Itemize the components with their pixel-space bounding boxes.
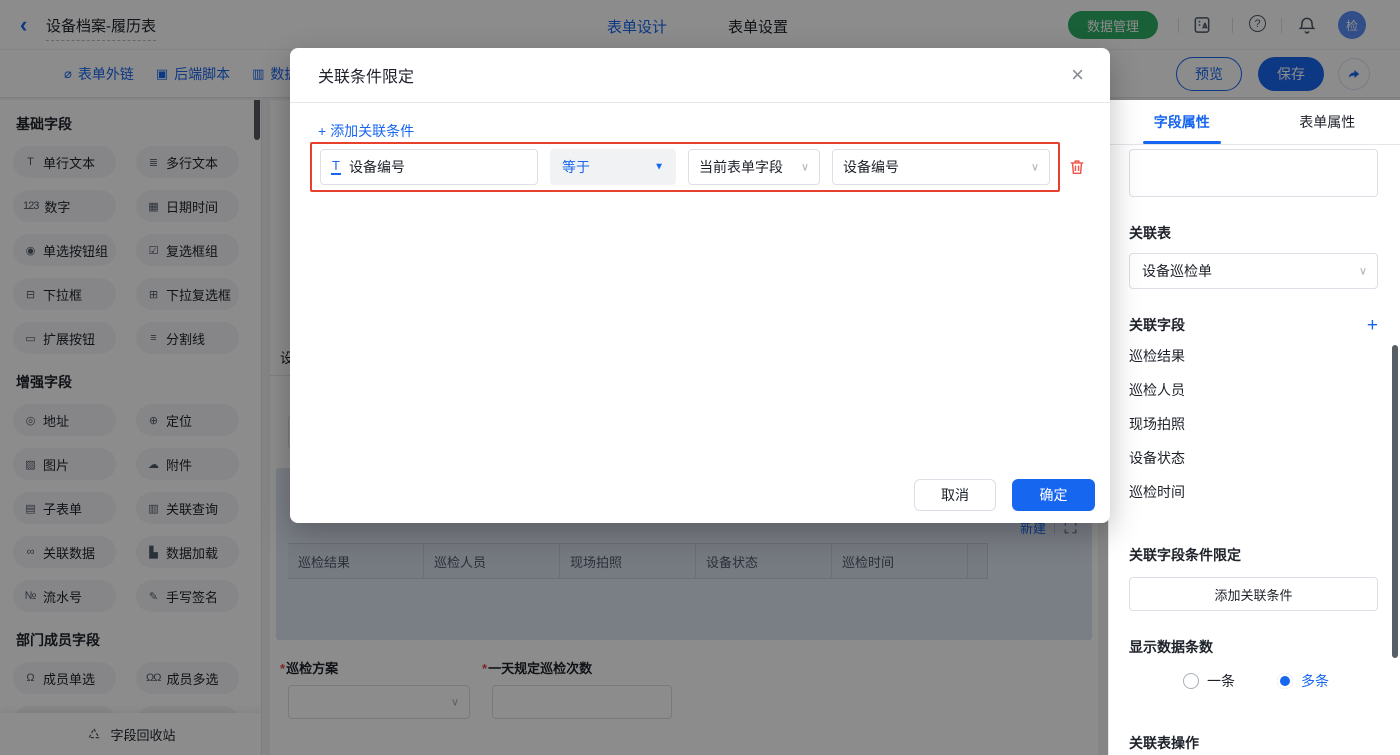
target-field-value: 设备编号: [843, 159, 899, 175]
close-icon[interactable]: ×: [1071, 64, 1084, 86]
plus-icon: +: [318, 123, 327, 139]
related-table-label: 关联表: [1129, 225, 1171, 241]
condition-dialog: 关联条件限定 × + 添加关联条件 T 设备编号 等于 当前表单字段: [290, 48, 1110, 523]
related-field-item[interactable]: 巡检时间: [1129, 475, 1378, 509]
tab-form-properties[interactable]: 表单属性: [1255, 100, 1400, 144]
delete-condition-icon[interactable]: [1068, 158, 1086, 176]
properties-panel: 字段属性 表单属性 关联表 设备巡检单 关联字段 + 巡检结果巡检人员现场拍照设…: [1108, 100, 1400, 755]
related-field-item[interactable]: 现场拍照: [1129, 407, 1378, 441]
active-tab-indicator: [1143, 141, 1221, 144]
condition-row: T 设备编号 等于 当前表单字段 设备编号: [310, 142, 1084, 192]
related-field-item[interactable]: 巡检人员: [1129, 373, 1378, 407]
panel-tabs: 字段属性 表单属性: [1109, 100, 1400, 145]
dialog-title: 关联条件限定: [318, 69, 415, 86]
related-fields-list: 巡检结果 巡检人员 现场拍照 设备状态 巡检时间: [1129, 339, 1378, 509]
description-box[interactable]: [1129, 149, 1378, 197]
panel-scrollbar[interactable]: [1392, 345, 1398, 658]
table-ops-label: 关联表操作: [1129, 735, 1199, 751]
source-type-value: 当前表单字段: [699, 159, 783, 175]
radio-many[interactable]: 多条: [1277, 671, 1329, 691]
add-condition-link[interactable]: + 添加关联条件: [318, 121, 414, 141]
highlight-box: T 设备编号 等于 当前表单字段 设备编号: [310, 142, 1060, 192]
operator-select[interactable]: 等于: [550, 149, 676, 185]
display-count-radios: 一条 多条: [1129, 671, 1378, 691]
chevron-down-icon: [1359, 265, 1367, 278]
caret-down-icon: [654, 162, 664, 173]
chevron-down-icon: [1031, 161, 1039, 174]
confirm-button[interactable]: 确定: [1012, 479, 1095, 511]
radio-selected-icon: [1277, 673, 1293, 689]
condition-field-value: 设备编号: [348, 159, 405, 175]
related-fields-label: 关联字段: [1129, 317, 1185, 333]
chevron-down-icon: [801, 161, 809, 174]
display-count-label: 显示数据条数: [1129, 639, 1213, 655]
cancel-button[interactable]: 取消: [914, 479, 996, 511]
add-condition-button[interactable]: 添加关联条件: [1129, 577, 1378, 611]
operator-value: 等于: [562, 159, 590, 175]
dialog-header: 关联条件限定 ×: [290, 48, 1110, 103]
related-table-select[interactable]: 设备巡检单: [1129, 253, 1378, 289]
related-field-item[interactable]: 设备状态: [1129, 441, 1378, 475]
add-field-icon[interactable]: +: [1367, 316, 1378, 335]
target-field-select[interactable]: 设备编号: [832, 149, 1050, 185]
related-table-value: 设备巡检单: [1142, 263, 1212, 279]
text-field-icon: T: [331, 158, 341, 176]
tab-field-properties[interactable]: 字段属性: [1109, 100, 1255, 144]
condition-field-input[interactable]: T 设备编号: [320, 149, 538, 185]
source-type-select[interactable]: 当前表单字段: [688, 149, 820, 185]
related-field-item[interactable]: 巡检结果: [1129, 339, 1378, 373]
condition-section-label: 关联字段条件限定: [1129, 547, 1241, 563]
radio-one[interactable]: 一条: [1183, 671, 1235, 691]
radio-icon: [1183, 673, 1199, 689]
